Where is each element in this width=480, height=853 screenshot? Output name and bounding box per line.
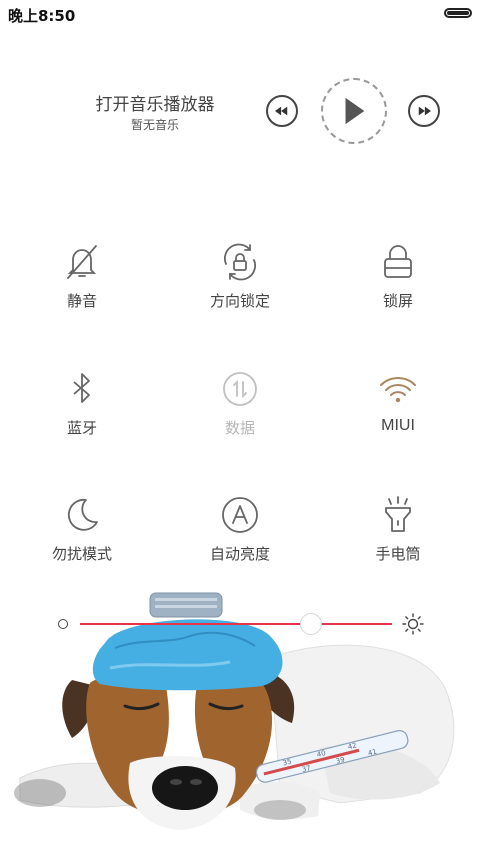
battery-icon: [444, 8, 472, 18]
toggle-lock-screen[interactable]: 锁屏: [328, 242, 468, 342]
music-player: 打开音乐播放器 暂无音乐: [0, 70, 480, 160]
brightness-track[interactable]: [80, 623, 392, 625]
rotation-lock-icon: [220, 242, 260, 282]
toggle-label: 方向锁定: [209, 292, 270, 310]
toggle-mute[interactable]: 静音: [12, 242, 152, 342]
bell-off-icon: [62, 242, 102, 282]
toggle-label: 蓝牙: [66, 419, 97, 437]
toggle-label: 手电筒: [375, 545, 421, 563]
music-subtitle: 暂无音乐: [130, 118, 179, 132]
toggle-label: MIUI: [381, 417, 415, 434]
toggle-flashlight[interactable]: 手电筒: [328, 495, 468, 595]
play-button[interactable]: [321, 78, 387, 144]
moon-icon: [62, 495, 102, 535]
brightness-high-icon: [402, 613, 424, 635]
status-bar: 晚上8:50: [0, 0, 480, 28]
mobile-data-icon: [220, 369, 260, 409]
rewind-icon: [275, 106, 288, 116]
toggle-label: 自动亮度: [209, 545, 270, 563]
toggle-mobile-data[interactable]: 数据: [170, 369, 310, 469]
brightness-low-icon: [58, 619, 68, 629]
music-title[interactable]: 打开音乐播放器: [60, 90, 250, 115]
toggle-auto-brightness[interactable]: 自动亮度: [170, 495, 310, 595]
play-icon: [345, 97, 365, 125]
toggle-rotation-lock[interactable]: 方向锁定: [170, 242, 310, 342]
toggle-do-not-disturb[interactable]: 勿扰模式: [12, 495, 152, 595]
brightness-slider[interactable]: [0, 608, 480, 642]
fast-forward-icon: [418, 106, 431, 116]
brightness-thumb[interactable]: [299, 613, 322, 635]
toggle-label: 锁屏: [382, 292, 413, 310]
previous-track-button[interactable]: [266, 95, 298, 127]
bluetooth-icon: [62, 369, 102, 409]
wifi-icon: [378, 369, 418, 409]
toggle-label: 勿扰模式: [51, 545, 112, 563]
flashlight-icon: [378, 495, 418, 535]
status-time: 晚上8:50: [8, 7, 76, 25]
toggle-bluetooth[interactable]: 蓝牙: [12, 369, 152, 469]
lock-icon: [378, 242, 418, 282]
auto-brightness-icon: [220, 495, 260, 535]
toggle-label: 静音: [66, 292, 97, 310]
toggle-label: 数据: [224, 419, 255, 437]
toggle-wifi[interactable]: MIUI: [328, 369, 468, 469]
next-track-button[interactable]: [408, 95, 440, 127]
